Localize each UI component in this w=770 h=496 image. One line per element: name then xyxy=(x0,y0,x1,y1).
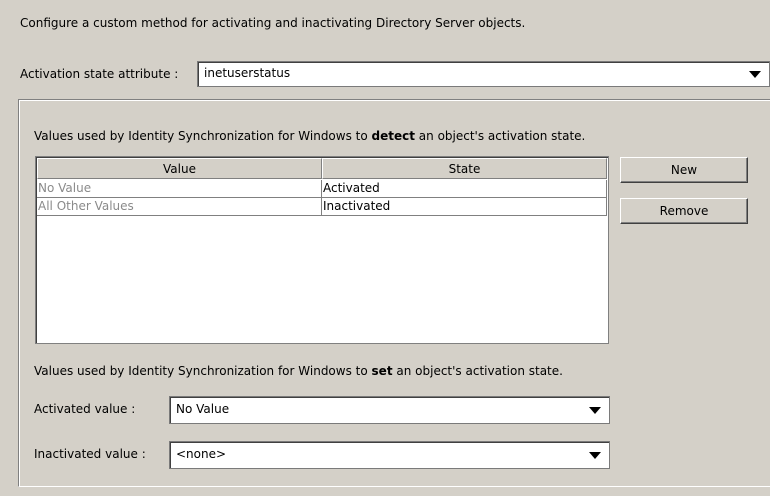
activation-attribute-value: inetuserstatus xyxy=(204,66,291,80)
inactivated-value-label: Inactivated value : xyxy=(34,447,146,461)
cell-value[interactable]: All Other Values xyxy=(37,198,322,216)
chevron-down-icon[interactable] xyxy=(589,407,601,414)
chevron-down-icon[interactable] xyxy=(749,71,761,78)
table-header: Value State xyxy=(37,158,607,179)
cell-value[interactable]: No Value xyxy=(37,180,322,198)
activation-attribute-combo[interactable]: inetuserstatus xyxy=(197,61,770,87)
new-button[interactable]: New xyxy=(620,157,748,183)
detect-values-table[interactable]: Value State No Value Activated All Other… xyxy=(35,156,609,344)
detect-description: Values used by Identity Synchronization … xyxy=(34,129,586,143)
activation-attribute-label: Activation state attribute : xyxy=(20,67,179,81)
set-description: Values used by Identity Synchronization … xyxy=(34,364,563,378)
intro-text: Configure a custom method for activating… xyxy=(20,16,526,30)
table-row[interactable]: No Value Activated xyxy=(37,180,607,198)
activated-value-combo[interactable]: No Value xyxy=(169,396,610,424)
activated-value-selected: No Value xyxy=(176,402,230,416)
cell-state[interactable]: Activated xyxy=(322,180,607,198)
inactivated-value-selected: <none> xyxy=(176,447,227,461)
column-header-value[interactable]: Value xyxy=(37,158,322,179)
cell-state[interactable]: Inactivated xyxy=(322,198,607,216)
inactivated-value-combo[interactable]: <none> xyxy=(169,441,610,469)
activated-value-label: Activated value : xyxy=(34,402,136,416)
chevron-down-icon[interactable] xyxy=(589,452,601,459)
table-row[interactable]: All Other Values Inactivated xyxy=(37,198,607,216)
remove-button[interactable]: Remove xyxy=(620,198,748,224)
column-header-state[interactable]: State xyxy=(322,158,607,179)
